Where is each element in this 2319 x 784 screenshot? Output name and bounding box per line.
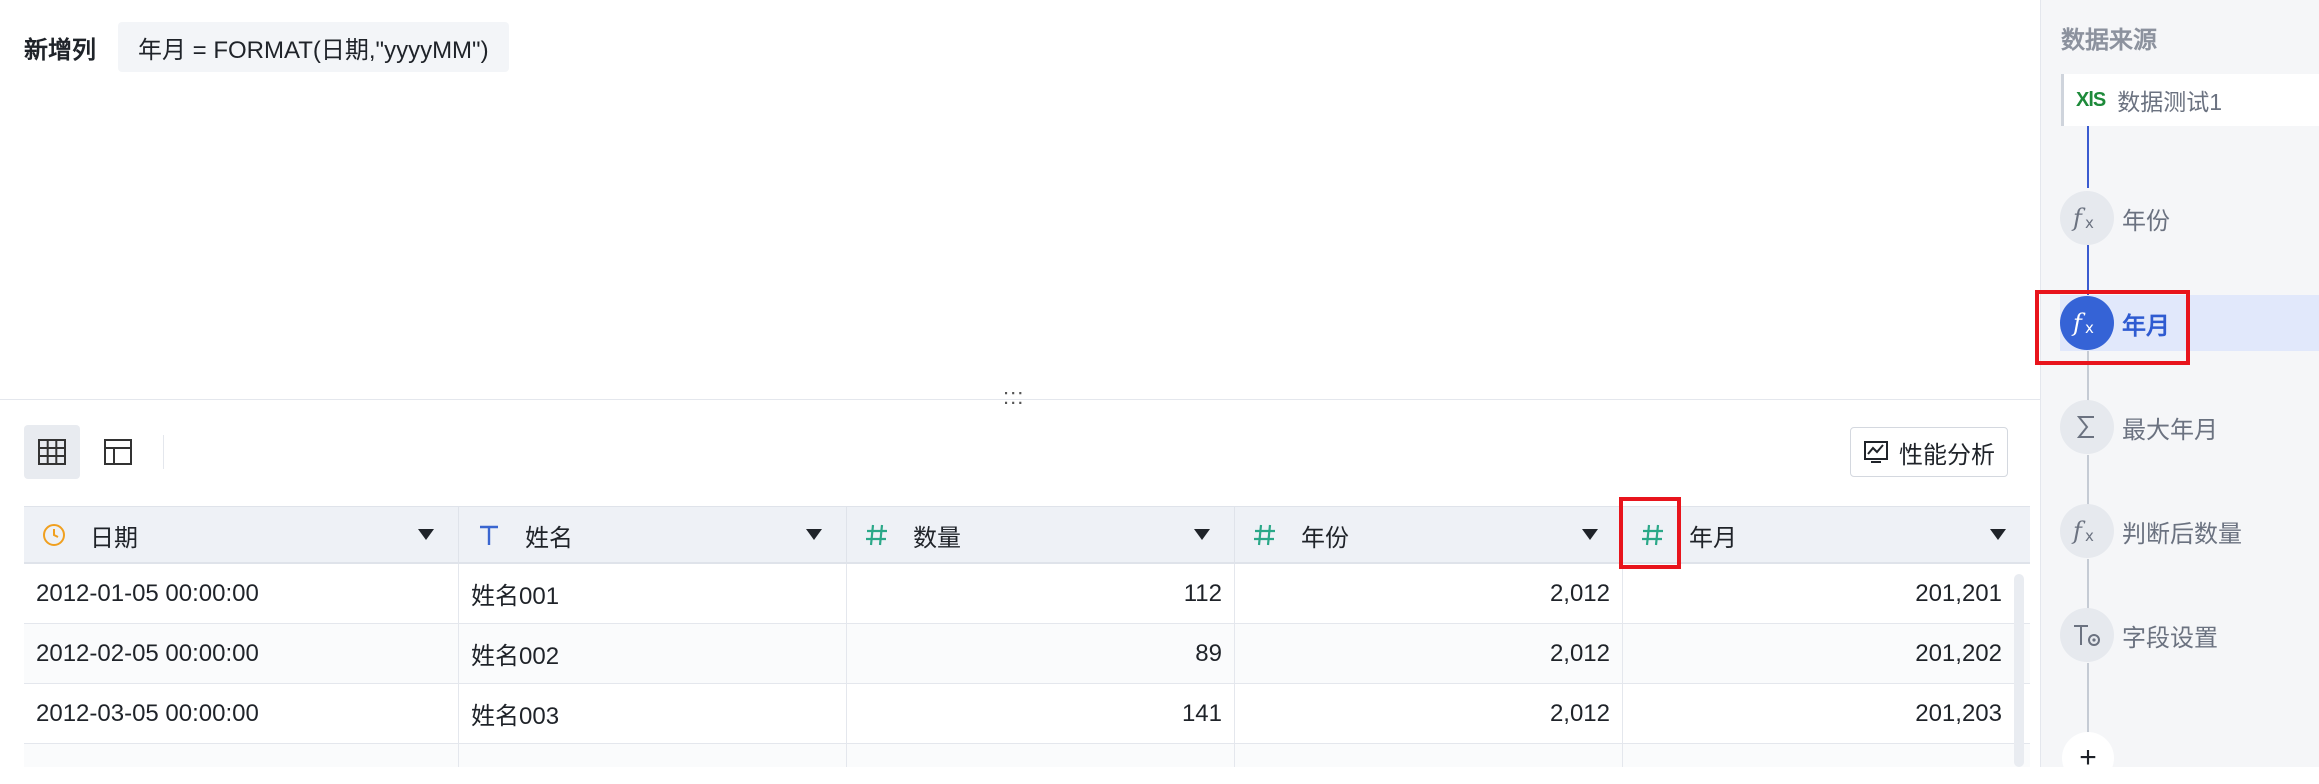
step-max-year-month[interactable]: 最大年月 <box>2060 399 2319 455</box>
column-header-quantity[interactable]: 数量 <box>847 507 1235 563</box>
table-row[interactable]: 2012-01-05 00:00:00 姓名001 112 2,012 201,… <box>24 564 2030 624</box>
step-label: 判断后数量 <box>2122 520 2242 548</box>
step-label: 最大年月 <box>2122 416 2218 444</box>
xls-file-icon: XlS <box>2076 88 2106 111</box>
connector-line <box>2087 455 2089 507</box>
table-cell: 201,203 <box>1915 699 2002 727</box>
sigma-icon <box>2060 400 2114 454</box>
text-type-icon <box>475 522 503 548</box>
main-editor: 新增列 年月 = FORMAT(日期,"yyyyMM") ::: 性能分析 日期… <box>0 0 2040 767</box>
caret-down-icon[interactable] <box>1582 529 1598 540</box>
fx-icon: fx <box>2060 296 2114 350</box>
table-cell: 201,202 <box>1915 639 2002 667</box>
column-header-label: 姓名 <box>525 524 573 552</box>
number-type-icon <box>1251 522 1279 548</box>
column-header-name[interactable]: 姓名 <box>459 507 847 563</box>
svg-text:x: x <box>2085 527 2094 545</box>
column-header-label: 数量 <box>913 524 961 552</box>
table-cell: 2012-03-05 00:00:00 <box>24 684 459 743</box>
table-cell: 89 <box>847 624 1235 683</box>
table-cell <box>1623 744 2014 767</box>
table-cell: 201,201 <box>1915 579 2002 607</box>
table-cell <box>847 744 1235 767</box>
table-header: 日期 姓名 数量 年份 年月 <box>24 506 2030 564</box>
column-header-date[interactable]: 日期 <box>24 507 459 563</box>
layout-view-button[interactable] <box>90 425 146 479</box>
step-label: 年份 <box>2122 207 2170 235</box>
table-cell: 姓名003 <box>459 684 847 743</box>
connector-line <box>2087 245 2089 297</box>
table-cell: 2012-02-05 00:00:00 <box>24 624 459 683</box>
table-cell <box>24 744 459 767</box>
clock-icon <box>40 522 68 548</box>
column-header-year-month[interactable]: 年月 <box>1623 507 2030 563</box>
grid-view-button[interactable] <box>24 425 80 479</box>
table-cell: 2,012 <box>1235 624 1623 683</box>
caret-down-icon[interactable] <box>1194 529 1210 540</box>
field-settings-icon <box>2060 608 2114 662</box>
step-judged-quantity[interactable]: fx 判断后数量 <box>2060 503 2319 559</box>
table-row-partial[interactable] <box>24 744 2030 767</box>
layout-icon <box>104 439 132 465</box>
connector-line <box>2087 663 2089 733</box>
number-type-icon <box>1639 522 1667 548</box>
caret-down-icon[interactable] <box>806 529 822 540</box>
svg-text:f: f <box>2071 309 2086 337</box>
connector-line <box>2087 351 2089 403</box>
table-cell <box>1235 744 1623 767</box>
formula-expression[interactable]: 年月 = FORMAT(日期,"yyyyMM") <box>118 22 509 72</box>
svg-text:f: f <box>2071 517 2086 545</box>
svg-text:x: x <box>2085 214 2094 232</box>
column-header-year[interactable]: 年份 <box>1235 507 1623 563</box>
data-source-item[interactable]: XlS 数据测试1 <box>2061 74 2319 126</box>
column-header-label: 年份 <box>1301 524 1349 552</box>
column-header-label: 日期 <box>90 524 138 552</box>
grid-icon <box>38 439 66 465</box>
table-row[interactable]: 2012-02-05 00:00:00 姓名002 89 2,012 201,2… <box>24 624 2030 684</box>
caret-down-icon[interactable] <box>418 529 434 540</box>
table-cell: 2012-01-05 00:00:00 <box>24 564 459 623</box>
svg-text:f: f <box>2071 204 2086 232</box>
step-label: 字段设置 <box>2122 624 2218 652</box>
chart-monitor-icon <box>1864 441 1888 463</box>
table-cell: 2,012 <box>1235 564 1623 623</box>
table-cell: 姓名001 <box>459 564 847 623</box>
step-year[interactable]: fx 年份 <box>2060 190 2319 246</box>
table-cell <box>459 744 847 767</box>
caret-down-icon[interactable] <box>1990 529 2006 540</box>
toolbar-divider <box>163 435 164 469</box>
panel-title: 数据来源 <box>2061 27 2157 54</box>
formula-label: 新增列 <box>24 36 96 64</box>
step-label: 年月 <box>2122 312 2170 340</box>
performance-analysis-label: 性能分析 <box>1899 441 1995 469</box>
connector-line <box>2087 126 2089 188</box>
add-step-button[interactable]: + <box>2062 732 2114 784</box>
table-row[interactable]: 2012-03-05 00:00:00 姓名003 141 2,012 201,… <box>24 684 2030 744</box>
drag-handle[interactable]: ::: <box>1003 386 1024 408</box>
table-cell: 2,012 <box>1235 684 1623 743</box>
table-cell: 112 <box>847 564 1235 623</box>
step-year-month[interactable]: fx 年月 <box>2060 295 2319 351</box>
fx-icon: fx <box>2060 504 2114 558</box>
formula-bar: 新增列 年月 = FORMAT(日期,"yyyyMM") <box>24 22 509 72</box>
table-vertical-scrollbar[interactable] <box>2014 574 2024 767</box>
connector-line <box>2087 559 2089 611</box>
performance-analysis-button[interactable]: 性能分析 <box>1850 427 2008 477</box>
table-cell: 141 <box>847 684 1235 743</box>
table-cell: 姓名002 <box>459 624 847 683</box>
number-type-icon <box>863 522 891 548</box>
data-source-label: 数据测试1 <box>2117 89 2223 115</box>
column-header-label: 年月 <box>1689 524 1737 552</box>
svg-text:x: x <box>2085 319 2094 337</box>
fx-icon: fx <box>2060 191 2114 245</box>
step-field-settings[interactable]: 字段设置 <box>2060 607 2319 663</box>
data-preview-table: 日期 姓名 数量 年份 年月 2012-01-05 00:00:00 姓名001… <box>24 506 2030 767</box>
